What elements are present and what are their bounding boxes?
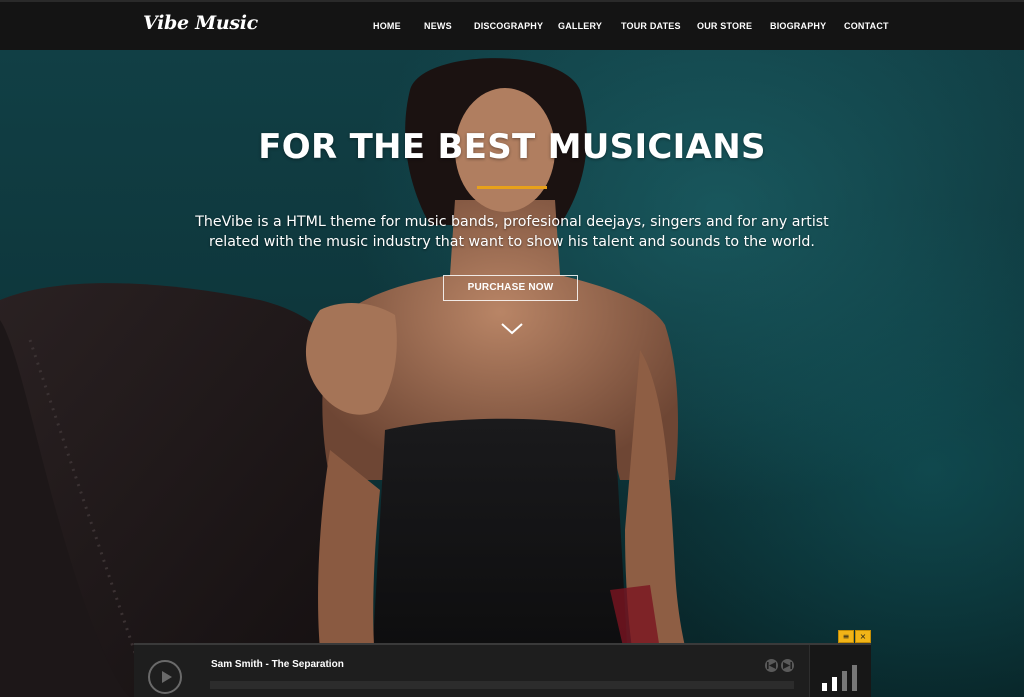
close-icon[interactable]: × (855, 630, 871, 643)
nav-home[interactable]: HOME (373, 21, 401, 31)
nav-discography[interactable]: DISCOGRAPHY (474, 21, 543, 31)
nav-biography[interactable]: BIOGRAPHY (770, 21, 826, 31)
next-icon[interactable] (781, 659, 794, 672)
main-nav: HOME NEWS DISCOGRAPHY GALLERY TOUR DATES… (0, 21, 1024, 35)
progress-bar[interactable] (210, 681, 794, 689)
nav-contact[interactable]: CONTACT (844, 21, 889, 31)
volume-bar[interactable] (822, 683, 827, 691)
previous-icon[interactable] (765, 659, 778, 672)
chevron-down-icon[interactable] (500, 321, 524, 340)
play-icon[interactable] (148, 660, 182, 694)
hero-description: TheVibe is a HTML theme for music bands,… (195, 214, 829, 250)
site-header: Vibe Music HOME NEWS DISCOGRAPHY GALLERY… (0, 0, 1024, 50)
volume-bar[interactable] (852, 665, 857, 691)
nav-news[interactable]: NEWS (424, 21, 452, 31)
nav-tour-dates[interactable]: TOUR DATES (621, 21, 681, 31)
volume-bar[interactable] (842, 671, 847, 691)
volume-control (809, 645, 871, 697)
title-underline (477, 186, 547, 189)
purchase-now-button[interactable]: PURCHASE NOW (443, 275, 578, 301)
nav-gallery[interactable]: GALLERY (558, 21, 602, 31)
music-player: Sam Smith - The Separation (134, 643, 871, 697)
hero-title: FOR THE BEST MUSICIANS (258, 127, 766, 167)
track-title: Sam Smith - The Separation (211, 659, 344, 670)
nav-our-store[interactable]: OUR STORE (697, 21, 752, 31)
menu-icon[interactable]: ≡ (838, 630, 854, 643)
volume-bar[interactable] (832, 677, 837, 691)
